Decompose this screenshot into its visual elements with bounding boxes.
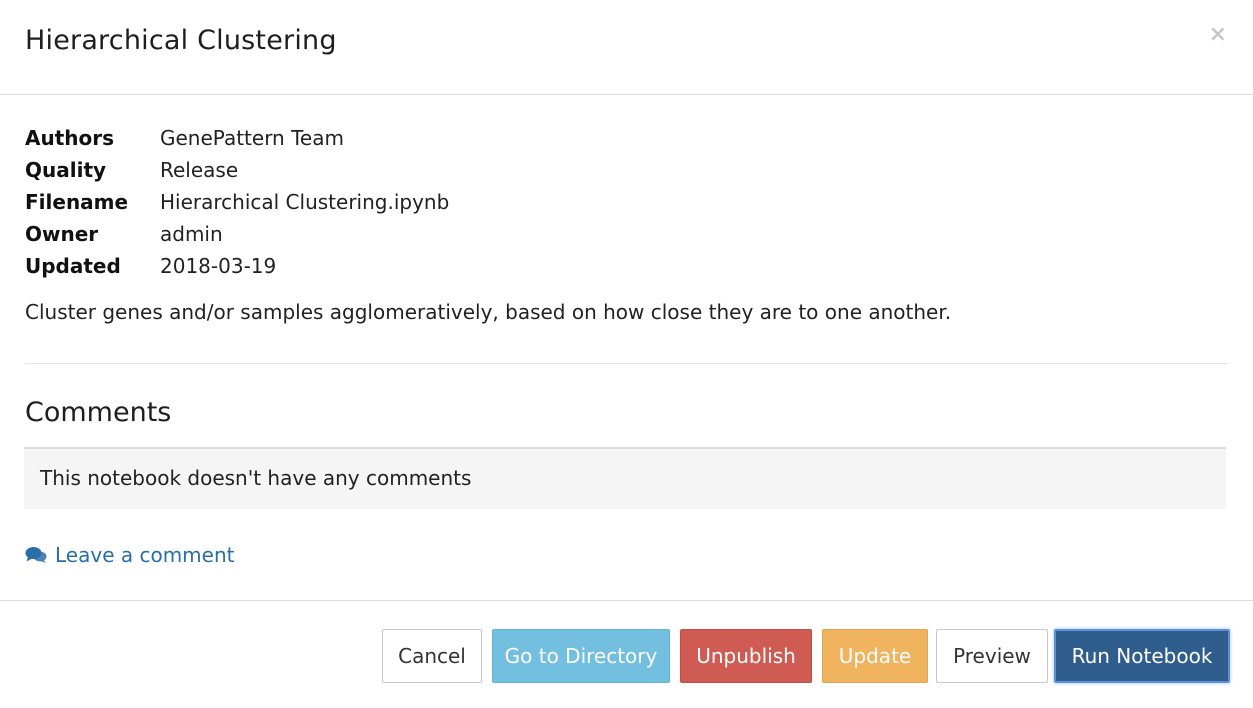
go-to-directory-button[interactable]: Go to Directory <box>492 629 670 683</box>
meta-row-owner: Owner admin <box>25 218 449 250</box>
modal-header: Hierarchical Clustering × <box>0 0 1253 95</box>
update-button[interactable]: Update <box>822 629 928 683</box>
preview-button[interactable]: Preview <box>936 629 1048 683</box>
meta-key: Filename <box>25 190 129 214</box>
cancel-button[interactable]: Cancel <box>382 629 482 683</box>
comments-heading: Comments <box>25 397 172 428</box>
meta-value: 2018-03-19 <box>160 254 277 278</box>
comments-icon <box>25 547 47 563</box>
close-icon[interactable]: × <box>1209 24 1227 46</box>
comments-list: This notebook doesn't have any comments <box>24 447 1226 509</box>
divider <box>25 363 1228 364</box>
modal-title: Hierarchical Clustering <box>25 25 337 56</box>
meta-value: Release <box>160 158 239 182</box>
meta-value: GenePattern Team <box>160 126 344 150</box>
comments-empty-message: This notebook doesn't have any comments <box>40 466 472 490</box>
meta-key: Authors <box>25 126 115 150</box>
meta-value: Hierarchical Clustering.ipynb <box>160 190 450 214</box>
meta-key: Updated <box>25 254 121 278</box>
meta-row-quality: Quality Release <box>25 154 449 186</box>
meta-key: Quality <box>25 158 107 182</box>
notebook-description: Cluster genes and/or samples agglomerati… <box>25 300 952 324</box>
leave-comment-label: Leave a comment <box>55 543 235 567</box>
leave-comment-link[interactable]: Leave a comment <box>25 543 234 567</box>
notebook-metadata: Authors GenePattern Team Quality Release F… <box>25 122 449 282</box>
unpublish-button[interactable]: Unpublish <box>680 629 812 683</box>
run-notebook-button[interactable]: Run Notebook <box>1054 629 1230 683</box>
meta-value: admin <box>160 222 223 246</box>
meta-row-filename: Filename Hierarchical Clustering.ipynb <box>25 186 449 218</box>
meta-row-authors: Authors GenePattern Team <box>25 122 449 154</box>
meta-row-updated: Updated 2018-03-19 <box>25 250 449 282</box>
meta-key: Owner <box>25 222 99 246</box>
